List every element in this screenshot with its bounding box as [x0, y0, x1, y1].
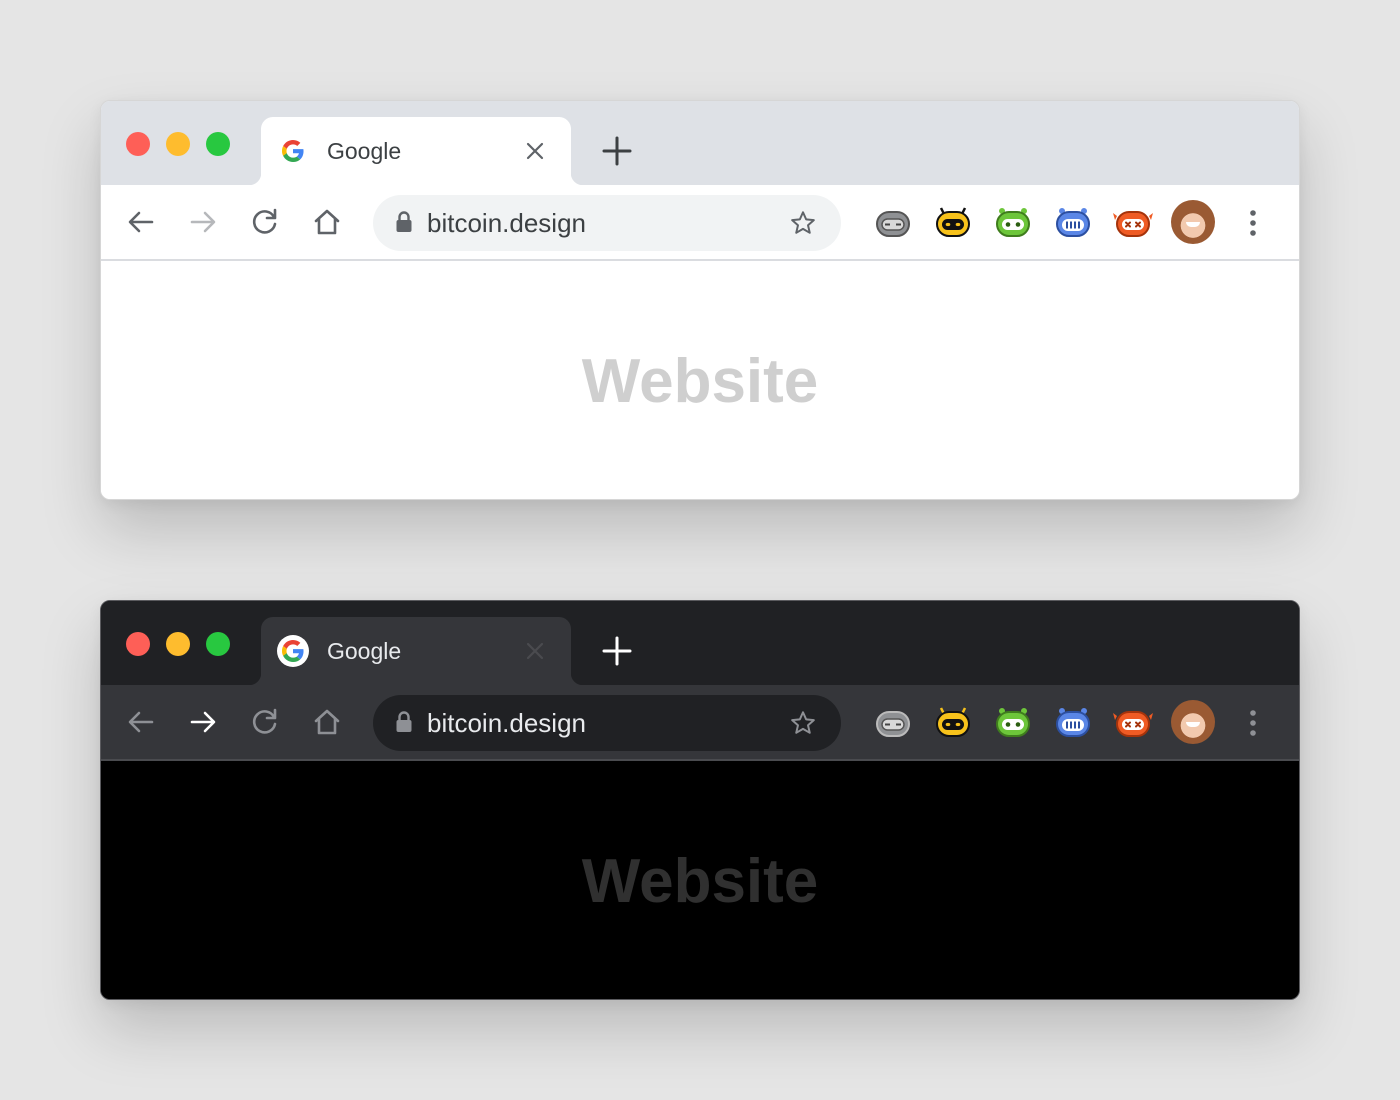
toolbar: bitcoin.design: [101, 185, 1299, 261]
tab-google[interactable]: Google: [249, 617, 583, 685]
blue-robot-icon[interactable]: [1053, 706, 1093, 740]
url-text: bitcoin.design: [427, 708, 586, 738]
website-placeholder: Website: [581, 847, 819, 916]
reload-icon[interactable]: [249, 206, 281, 238]
close-window-button[interactable]: [126, 132, 150, 156]
star-icon[interactable]: [789, 709, 817, 742]
green-robot-icon[interactable]: [993, 706, 1033, 740]
lock-icon: [395, 210, 413, 239]
tab-strip: Google: [101, 601, 1299, 685]
web-content: Website: [101, 261, 1299, 499]
home-icon[interactable]: [311, 206, 343, 238]
close-icon[interactable]: [523, 139, 547, 163]
website-placeholder: Website: [581, 347, 819, 416]
orange-robot-icon[interactable]: [1113, 706, 1153, 740]
reload-icon[interactable]: [249, 706, 281, 738]
profile-avatar[interactable]: [1171, 700, 1215, 744]
omnibox[interactable]: bitcoin.design: [373, 695, 841, 751]
plus-icon[interactable]: [601, 135, 633, 167]
web-content: Website: [101, 761, 1299, 999]
yellow-robot-icon[interactable]: [933, 206, 973, 240]
minimize-window-button[interactable]: [166, 132, 190, 156]
yellow-robot-icon[interactable]: [933, 706, 973, 740]
vertical-dots-icon[interactable]: [1241, 207, 1265, 239]
green-robot-icon[interactable]: [993, 206, 1033, 240]
gray-robot-icon[interactable]: [873, 206, 913, 240]
home-icon[interactable]: [311, 706, 343, 738]
blue-robot-icon[interactable]: [1053, 206, 1093, 240]
url-text: bitcoin.design: [427, 208, 586, 238]
toolbar: bitcoin.design: [101, 685, 1299, 761]
vertical-dots-icon[interactable]: [1241, 707, 1265, 739]
omnibox[interactable]: bitcoin.design: [373, 195, 841, 251]
arrow-right-icon[interactable]: [187, 706, 219, 738]
tab-google[interactable]: Google: [249, 117, 583, 185]
maximize-window-button[interactable]: [206, 632, 230, 656]
plus-icon[interactable]: [601, 635, 633, 667]
browser-window-light: Google bitcoin.design Website: [100, 100, 1300, 500]
gray-robot-icon[interactable]: [873, 706, 913, 740]
orange-robot-icon[interactable]: [1113, 206, 1153, 240]
star-icon[interactable]: [789, 209, 817, 242]
minimize-window-button[interactable]: [166, 632, 190, 656]
browser-window-dark: Google bitcoin.design Website: [100, 600, 1300, 1000]
arrow-right-icon[interactable]: [187, 206, 219, 238]
profile-avatar[interactable]: [1171, 200, 1215, 244]
close-window-button[interactable]: [126, 632, 150, 656]
close-icon[interactable]: [523, 639, 547, 663]
maximize-window-button[interactable]: [206, 132, 230, 156]
tab-title: Google: [327, 138, 402, 164]
google-g-icon: [277, 135, 309, 167]
tab-strip: Google: [101, 101, 1299, 185]
arrow-left-icon[interactable]: [125, 206, 157, 238]
lock-icon: [395, 710, 413, 739]
arrow-left-icon[interactable]: [125, 706, 157, 738]
google-g-icon: [277, 635, 309, 667]
tab-title: Google: [327, 638, 402, 664]
